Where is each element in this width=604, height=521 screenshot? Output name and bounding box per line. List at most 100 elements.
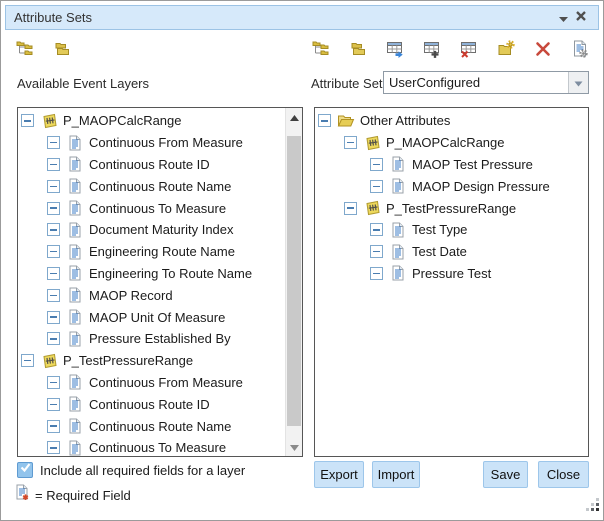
new-layer-tree-icon[interactable]: [310, 38, 332, 60]
attribute-sets-dialog: Attribute Sets Available Event Layers At…: [0, 0, 604, 521]
tree-item[interactable]: Document Maturity Index: [18, 219, 285, 241]
resize-grip-icon: [586, 498, 599, 515]
collapse-toggle-icon[interactable]: [344, 202, 357, 215]
collapse-toggle-icon[interactable]: [47, 158, 60, 171]
collapse-toggle-icon[interactable]: [47, 398, 60, 411]
collapse-toggle-icon[interactable]: [344, 136, 357, 149]
tree-item-label: Engineering To Route Name: [89, 266, 252, 281]
attribute-set-value: UserConfigured: [384, 75, 568, 90]
collapse-toggle-icon[interactable]: [370, 180, 383, 193]
tree-item[interactable]: Continuous To Measure: [18, 437, 285, 456]
tree-item-label: Engineering Route Name: [89, 244, 235, 259]
collapse-toggle-icon[interactable]: [370, 267, 383, 280]
tree-item-label: MAOP Record: [89, 288, 173, 303]
collapse-toggle-icon[interactable]: [47, 223, 60, 236]
collapse-toggle-icon[interactable]: [47, 245, 60, 258]
field-icon: [389, 222, 407, 238]
collapse-toggle-icon[interactable]: [47, 202, 60, 215]
tree-item[interactable]: MAOP Unit Of Measure: [18, 306, 285, 328]
triangle-down-icon: [290, 438, 299, 456]
tree-item-label: Continuous Route Name: [89, 419, 231, 434]
tree-item[interactable]: Continuous Route Name: [18, 175, 285, 197]
tree-item[interactable]: Test Type: [315, 219, 588, 241]
tree-item[interactable]: MAOP Design Pressure: [315, 175, 588, 197]
include-required-checkbox[interactable]: [17, 462, 33, 478]
collapse-toggle-icon[interactable]: [47, 136, 60, 149]
collapse-button[interactable]: [554, 9, 572, 27]
tree-item-label: Test Date: [412, 244, 467, 259]
tree-item[interactable]: Test Date: [315, 241, 588, 263]
available-layers-label: Available Event Layers: [17, 76, 149, 91]
attribute-set-panel: Other AttributesP_MAOPCalcRangeMAOP Test…: [314, 107, 589, 457]
collapse-toggle-icon[interactable]: [47, 267, 60, 280]
collapse-toggle-icon[interactable]: [370, 158, 383, 171]
collapse-toggle-icon[interactable]: [47, 441, 60, 454]
tree-item-label: Continuous Route Name: [89, 179, 231, 194]
tree-item[interactable]: P_MAOPCalcRange: [315, 132, 588, 154]
collapse-toggle-icon[interactable]: [21, 114, 34, 127]
resize-grip[interactable]: [586, 498, 599, 516]
tree-item-label: Pressure Test: [412, 266, 491, 281]
field-icon: [66, 222, 84, 238]
tree-item[interactable]: P_MAOPCalcRange: [18, 110, 285, 132]
attribute-set-dropdown[interactable]: UserConfigured: [383, 71, 589, 94]
tree-item[interactable]: Continuous From Measure: [18, 372, 285, 394]
folder-settings-icon[interactable]: [495, 38, 517, 60]
tree-item[interactable]: Engineering To Route Name: [18, 263, 285, 285]
close-button[interactable]: [572, 9, 590, 27]
tree-item-label: Continuous To Measure: [89, 201, 226, 216]
tree-item[interactable]: Continuous Route ID: [18, 154, 285, 176]
report-settings-icon[interactable]: [569, 38, 591, 60]
collapse-toggle-icon[interactable]: [21, 354, 34, 367]
tree-item[interactable]: Engineering Route Name: [18, 241, 285, 263]
collapse-toggle-icon[interactable]: [47, 180, 60, 193]
tree-item-label: Continuous From Measure: [89, 375, 243, 390]
collapse-toggle-icon[interactable]: [370, 223, 383, 236]
collapse-toggle-icon[interactable]: [47, 420, 60, 433]
tree-item[interactable]: Continuous To Measure: [18, 197, 285, 219]
scroll-up-button[interactable]: [286, 109, 302, 125]
close-dialog-button[interactable]: Close: [538, 461, 589, 488]
collapse-toggle-icon[interactable]: [318, 114, 331, 127]
scrollbar[interactable]: [285, 108, 302, 456]
scroll-down-button[interactable]: [286, 439, 302, 455]
checkmark-icon: [19, 461, 32, 479]
field-icon: [389, 244, 407, 260]
import-button[interactable]: Import: [372, 461, 420, 488]
tree-item[interactable]: Continuous Route Name: [18, 415, 285, 437]
tree-item[interactable]: P_TestPressureRange: [315, 197, 588, 219]
tree-item[interactable]: Continuous Route ID: [18, 393, 285, 415]
dialog-titlebar[interactable]: Attribute Sets: [5, 5, 599, 30]
tree-item-label: P_TestPressureRange: [63, 353, 193, 368]
tree-item[interactable]: Other Attributes: [315, 110, 588, 132]
tree-item[interactable]: Pressure Established By: [18, 328, 285, 350]
close-icon: [575, 9, 587, 27]
collapse-toggle-icon[interactable]: [47, 289, 60, 302]
export-button[interactable]: Export: [314, 461, 364, 488]
required-field-legend: = Required Field: [35, 488, 131, 503]
add-table-icon[interactable]: [421, 38, 443, 60]
tree-item[interactable]: P_TestPressureRange: [18, 350, 285, 372]
field-icon: [66, 331, 84, 347]
scroll-thumb[interactable]: [287, 136, 301, 426]
collapse-toggle-icon[interactable]: [47, 376, 60, 389]
delete-icon[interactable]: [532, 38, 554, 60]
attribute-set-label: Attribute Set:: [311, 76, 386, 91]
tree-item[interactable]: MAOP Record: [18, 284, 285, 306]
export-table-icon[interactable]: [384, 38, 406, 60]
delete-table-icon[interactable]: [458, 38, 480, 60]
tree-item-label: MAOP Design Pressure: [412, 179, 550, 194]
new-layer-tree-icon[interactable]: [14, 38, 36, 60]
open-folders-icon[interactable]: [347, 38, 369, 60]
collapse-toggle-icon[interactable]: [370, 245, 383, 258]
folder-icon: [337, 113, 355, 128]
collapse-toggle-icon[interactable]: [47, 332, 60, 345]
collapse-toggle-icon[interactable]: [47, 311, 60, 324]
save-button[interactable]: Save: [483, 461, 528, 488]
tree-item[interactable]: Pressure Test: [315, 263, 588, 285]
field-icon: [66, 287, 84, 303]
open-folders-icon[interactable]: [51, 38, 73, 60]
tree-item[interactable]: Continuous From Measure: [18, 132, 285, 154]
tree-item[interactable]: MAOP Test Pressure: [315, 154, 588, 176]
dropdown-arrow-button[interactable]: [568, 72, 588, 93]
